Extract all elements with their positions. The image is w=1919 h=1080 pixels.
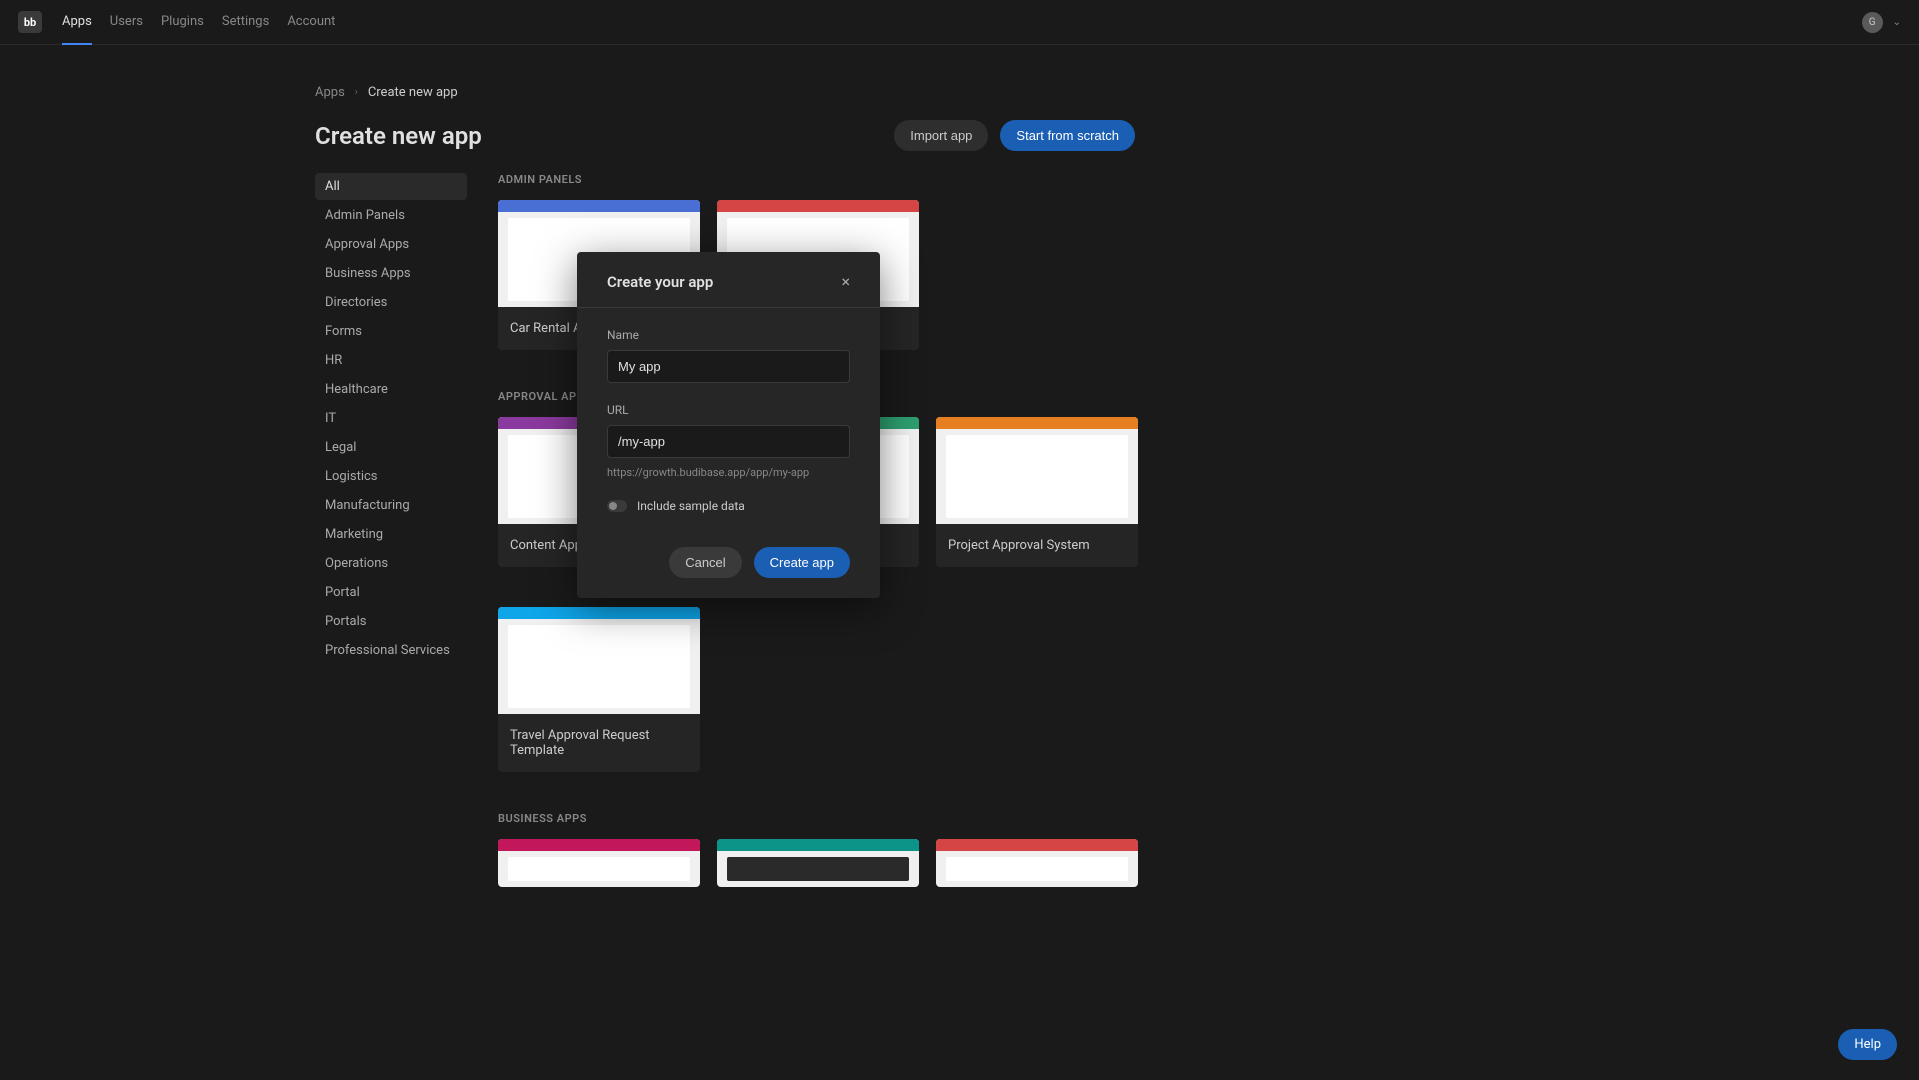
sample-data-toggle[interactable] bbox=[607, 500, 627, 512]
modal-header: Create your app × bbox=[577, 252, 880, 308]
template-card[interactable] bbox=[936, 839, 1138, 887]
card-preview bbox=[498, 607, 700, 714]
modal-body: Name URL https://growth.budibase.app/app… bbox=[577, 308, 880, 533]
nav-users[interactable]: Users bbox=[110, 0, 143, 45]
nav-items: Apps Users Plugins Settings Account bbox=[62, 0, 335, 45]
nav-apps[interactable]: Apps bbox=[62, 0, 92, 45]
card-preview bbox=[717, 839, 919, 887]
card-preview bbox=[936, 839, 1138, 887]
sidebar-item-healthcare[interactable]: Healthcare bbox=[315, 376, 467, 403]
sidebar-item-legal[interactable]: Legal bbox=[315, 434, 467, 461]
create-app-button[interactable]: Create app bbox=[754, 547, 850, 578]
name-input[interactable] bbox=[607, 350, 850, 383]
template-card[interactable] bbox=[717, 839, 919, 887]
sidebar-item-forms[interactable]: Forms bbox=[315, 318, 467, 345]
section-title-admin: ADMIN PANELS bbox=[498, 173, 1138, 186]
modal-title: Create your app bbox=[607, 273, 713, 291]
sidebar-item-business-apps[interactable]: Business Apps bbox=[315, 260, 467, 287]
page-header: Create new app Import app Start from scr… bbox=[315, 120, 1135, 151]
url-form-group: URL https://growth.budibase.app/app/my-a… bbox=[607, 403, 850, 479]
card-preview bbox=[936, 417, 1138, 524]
sidebar-item-logistics[interactable]: Logistics bbox=[315, 463, 467, 490]
cards-row-business bbox=[498, 839, 1138, 887]
top-nav: bb Apps Users Plugins Settings Account G… bbox=[0, 0, 1919, 45]
page-title: Create new app bbox=[315, 122, 482, 150]
section-title-business: BUSINESS APPS bbox=[498, 812, 1138, 825]
nav-settings[interactable]: Settings bbox=[222, 0, 269, 45]
name-label: Name bbox=[607, 328, 850, 342]
sidebar-item-manufacturing[interactable]: Manufacturing bbox=[315, 492, 467, 519]
start-scratch-button[interactable]: Start from scratch bbox=[1000, 120, 1135, 151]
url-input[interactable] bbox=[607, 425, 850, 458]
chevron-right-icon: › bbox=[355, 87, 358, 98]
card-title: Travel Approval Request Template bbox=[498, 714, 700, 772]
url-hint: https://growth.budibase.app/app/my-app bbox=[607, 466, 850, 479]
template-card[interactable]: Travel Approval Request Template bbox=[498, 607, 700, 772]
help-button[interactable]: Help bbox=[1838, 1029, 1897, 1060]
nav-right: G ⌄ bbox=[1862, 12, 1901, 33]
breadcrumb-current: Create new app bbox=[368, 85, 458, 100]
avatar[interactable]: G bbox=[1862, 12, 1883, 33]
nav-account[interactable]: Account bbox=[287, 0, 335, 45]
card-preview bbox=[498, 839, 700, 887]
modal-footer: Cancel Create app bbox=[577, 533, 880, 598]
chevron-down-icon[interactable]: ⌄ bbox=[1893, 17, 1901, 28]
sidebar-item-it[interactable]: IT bbox=[315, 405, 467, 432]
template-card[interactable] bbox=[498, 839, 700, 887]
sidebar-item-all[interactable]: All bbox=[315, 173, 467, 200]
template-card[interactable]: Project Approval System bbox=[936, 417, 1138, 567]
cards-row-approval-2: Travel Approval Request Template bbox=[498, 607, 1138, 772]
sidebar-item-professional-services[interactable]: Professional Services bbox=[315, 637, 467, 664]
card-title: Project Approval System bbox=[936, 524, 1138, 567]
cancel-button[interactable]: Cancel bbox=[669, 547, 741, 578]
close-icon[interactable]: × bbox=[841, 272, 850, 291]
breadcrumb-apps[interactable]: Apps bbox=[315, 85, 345, 100]
create-app-modal: Create your app × Name URL https://growt… bbox=[577, 252, 880, 598]
sidebar-item-portals[interactable]: Portals bbox=[315, 608, 467, 635]
logo[interactable]: bb bbox=[18, 11, 42, 33]
import-app-button[interactable]: Import app bbox=[894, 120, 988, 151]
name-form-group: Name bbox=[607, 328, 850, 383]
sidebar-item-operations[interactable]: Operations bbox=[315, 550, 467, 577]
url-label: URL bbox=[607, 403, 850, 417]
toggle-label: Include sample data bbox=[637, 499, 745, 513]
sidebar-item-approval-apps[interactable]: Approval Apps bbox=[315, 231, 467, 258]
sidebar-item-hr[interactable]: HR bbox=[315, 347, 467, 374]
sidebar-item-admin-panels[interactable]: Admin Panels bbox=[315, 202, 467, 229]
breadcrumb: Apps › Create new app bbox=[315, 85, 458, 100]
nav-plugins[interactable]: Plugins bbox=[161, 0, 204, 45]
sidebar-item-portal[interactable]: Portal bbox=[315, 579, 467, 606]
sidebar-item-directories[interactable]: Directories bbox=[315, 289, 467, 316]
header-actions: Import app Start from scratch bbox=[894, 120, 1135, 151]
sidebar: All Admin Panels Approval Apps Business … bbox=[315, 173, 467, 666]
toggle-row: Include sample data bbox=[607, 499, 850, 513]
sidebar-item-marketing[interactable]: Marketing bbox=[315, 521, 467, 548]
